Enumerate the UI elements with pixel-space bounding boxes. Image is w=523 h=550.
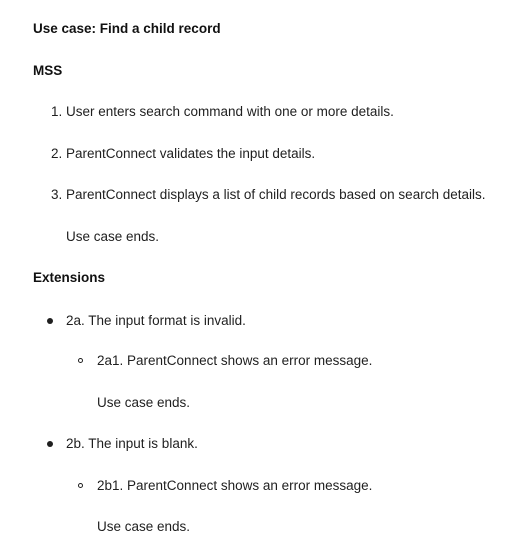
subitem-text: 2a1. ParentConnect shows an error messag… — [97, 353, 373, 368]
bullet-disc-icon — [47, 318, 53, 324]
bullet-disc-icon — [47, 441, 53, 447]
bullet-circle-icon — [78, 358, 83, 363]
step-text: ParentConnect displays a list of child r… — [66, 187, 486, 202]
bullet-circle-icon — [78, 483, 83, 488]
extensions-heading: Extensions — [33, 270, 106, 285]
mss-end-text: Use case ends. — [66, 229, 160, 244]
document: Use case: Find a child record MSS 1. Use… — [0, 0, 523, 550]
step-text: User enters search command with one or m… — [66, 104, 394, 119]
step-number: 2. — [51, 146, 63, 161]
use-case-title: Use case: Find a child record — [33, 21, 221, 36]
extension-text: 2a. The input format is invalid. — [66, 313, 246, 328]
mss-heading: MSS — [33, 63, 63, 78]
extension-text: 2b. The input is blank. — [66, 436, 198, 451]
subitem-end-text: Use case ends. — [97, 395, 191, 410]
subitem-end-text: Use case ends. — [97, 519, 191, 534]
step-number: 1. — [51, 104, 63, 119]
step-number: 3. — [51, 187, 63, 202]
subitem-text: 2b1. ParentConnect shows an error messag… — [97, 478, 373, 493]
step-text: ParentConnect validates the input detail… — [66, 146, 316, 161]
